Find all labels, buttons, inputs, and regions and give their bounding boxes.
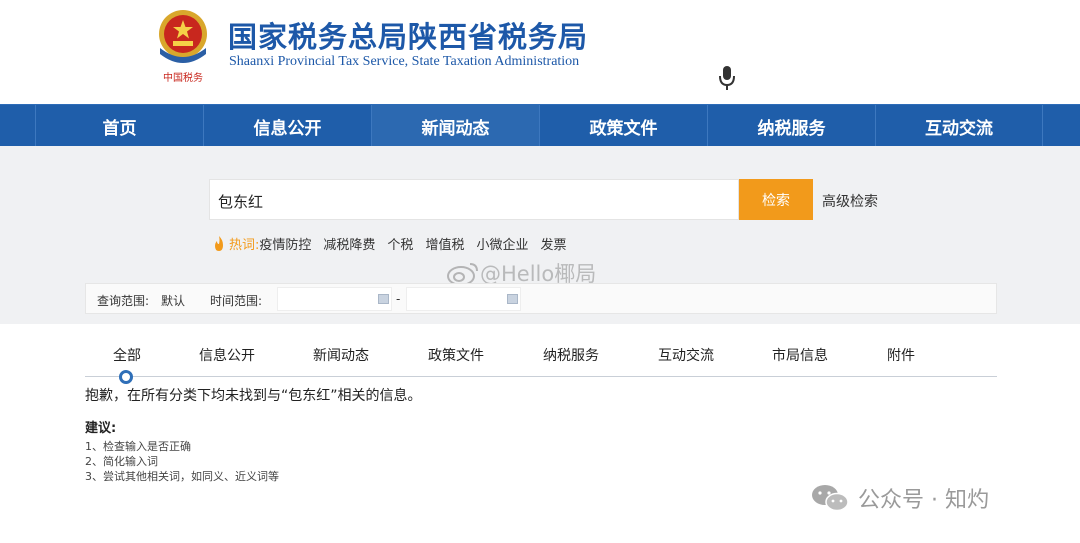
category-tabs: 全部 信息公开 新闻动态 政策文件 纳税服务 互动交流 市局信息 附件 [85, 345, 997, 377]
suggestion-item: 2、简化输入词 [85, 455, 158, 468]
site-subtitle: Shaanxi Provincial Tax Service, State Ta… [229, 54, 580, 69]
tab-attachments[interactable]: 附件 [887, 345, 915, 365]
end-date-input[interactable] [406, 287, 521, 311]
hot-word[interactable]: 增值税 [425, 234, 464, 253]
hot-word[interactable]: 发票 [540, 234, 566, 253]
svg-text:中国税务: 中国税务 [163, 71, 203, 84]
suggestion-item: 1、检查输入是否正确 [85, 440, 191, 453]
flame-icon [215, 236, 223, 251]
hot-words-label: 热词: [229, 238, 260, 253]
main-nav: 首页 信息公开 新闻动态 政策文件 纳税服务 互动交流 [0, 104, 1080, 147]
nav-item-info-disclosure[interactable]: 信息公开 [203, 105, 371, 147]
tab-tax-service[interactable]: 纳税服务 [543, 345, 599, 365]
hot-word[interactable]: 减税降费 [323, 234, 375, 253]
suggestion-title: 建议: [85, 421, 117, 436]
site-title[interactable]: 国家税务总局陕西省税务局 [228, 14, 588, 56]
nav-item-interaction[interactable]: 互动交流 [875, 105, 1043, 147]
tab-all[interactable]: 全部 [113, 345, 141, 365]
nav-item-home[interactable]: 首页 [35, 105, 203, 147]
microphone-icon[interactable] [717, 64, 737, 92]
tab-news[interactable]: 新闻动态 [313, 345, 369, 365]
advanced-search-link[interactable]: 高级检索 [822, 191, 878, 211]
hot-word[interactable]: 小微企业 [476, 234, 528, 253]
start-date-input[interactable] [277, 287, 392, 311]
calendar-icon[interactable] [507, 294, 518, 304]
suggestion-item: 3、尝试其他相关词，如同义、近义词等 [85, 470, 279, 483]
date-separator: - [396, 292, 401, 306]
calendar-icon[interactable] [378, 294, 389, 304]
wechat-account: 公众号 · 知灼 [858, 488, 989, 513]
active-tab-indicator [119, 370, 133, 384]
tab-interaction[interactable]: 互动交流 [658, 345, 714, 365]
range-label: 查询范围: [97, 294, 150, 308]
tab-info-disclosure[interactable]: 信息公开 [199, 345, 255, 365]
hot-word[interactable]: 疫情防控 [259, 234, 311, 253]
tax-emblem-icon: 中国税务 [159, 10, 207, 84]
site-header: 中国税务 国家税务总局陕西省税务局 Shaanxi Provincial Tax… [0, 0, 1080, 104]
search-button[interactable]: 检索 [739, 179, 813, 220]
search-panel: 包东红 检索 高级检索 热词: 疫情防控 减税降费 个税 增值税 小微企业 发票… [0, 146, 1080, 324]
range-select[interactable]: 默认 [161, 292, 185, 309]
hot-words: 热词: 疫情防控 减税降费 个税 增值税 小微企业 发票 [212, 234, 566, 253]
no-result-message: 抱歉，在所有分类下均未找到与“包东红”相关的信息。 [85, 388, 422, 404]
tab-divider [85, 376, 997, 377]
time-range-label: 时间范围: [210, 294, 263, 308]
nav-item-news[interactable]: 新闻动态 [371, 105, 539, 147]
wechat-icon [812, 485, 849, 512]
wechat-watermark: 公众号 · 知灼 [810, 482, 989, 514]
tab-city-bureau[interactable]: 市局信息 [772, 345, 828, 365]
nav-item-policy[interactable]: 政策文件 [539, 105, 707, 147]
nav-item-tax-service[interactable]: 纳税服务 [707, 105, 875, 147]
tab-policy[interactable]: 政策文件 [428, 345, 484, 365]
hot-word[interactable]: 个税 [387, 234, 413, 253]
filter-bar: 查询范围: 默认 时间范围: - [85, 283, 997, 314]
search-input[interactable]: 包东红 [209, 179, 739, 220]
